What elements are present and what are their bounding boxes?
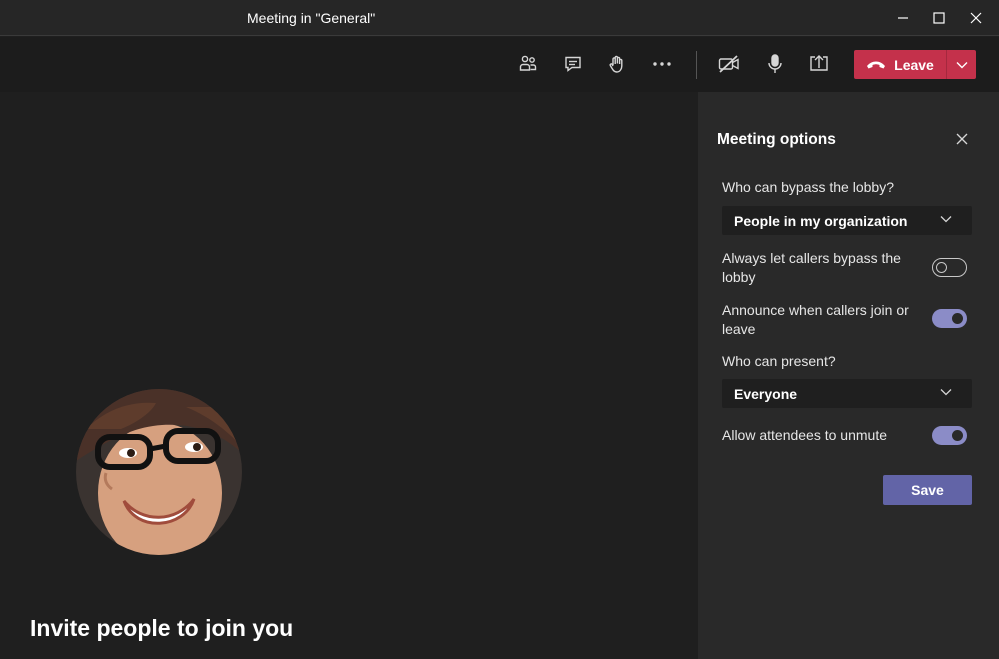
bypass-lobby-value: People in my organization <box>734 212 908 229</box>
callers-bypass-label: Always let callers bypass the lobby <box>722 250 901 285</box>
close-panel-button[interactable] <box>953 130 971 148</box>
close-window-button[interactable] <box>963 6 989 30</box>
meeting-stage: Invite people to join you <box>0 92 697 659</box>
microphone-button[interactable] <box>762 51 788 77</box>
leave-button-group: Leave <box>854 50 976 79</box>
title-bar: Meeting in "General" <box>0 0 999 36</box>
microphone-icon <box>768 54 782 73</box>
minimize-icon <box>898 17 908 19</box>
leave-button[interactable]: Leave <box>854 50 946 79</box>
close-icon <box>956 133 968 145</box>
share-screen-icon <box>810 55 828 71</box>
minimize-button[interactable] <box>890 6 916 30</box>
allow-unmute-toggle[interactable] <box>932 426 967 445</box>
bypass-lobby-label: Who can bypass the lobby? <box>722 179 894 195</box>
participants-button[interactable] <box>515 51 541 77</box>
announce-callers-label: Announce when callers join or leave <box>722 302 909 337</box>
camera-toggle-button[interactable] <box>716 51 742 77</box>
raise-hand-icon <box>609 55 623 73</box>
maximize-button[interactable] <box>926 6 952 30</box>
participants-icon <box>519 55 537 71</box>
share-screen-button[interactable] <box>806 51 832 77</box>
leave-options-button[interactable] <box>947 50 976 79</box>
more-icon <box>653 62 671 66</box>
avatar <box>76 389 242 555</box>
save-button[interactable]: Save <box>883 475 972 505</box>
chat-icon <box>565 56 581 72</box>
toolbar-divider <box>696 51 697 79</box>
toggle-knob <box>952 430 963 441</box>
hang-up-icon <box>867 61 886 68</box>
chevron-down-icon <box>956 61 967 68</box>
who-can-present-label: Who can present? <box>722 353 836 369</box>
who-can-present-value: Everyone <box>734 385 798 402</box>
toggle-knob <box>952 313 963 324</box>
allow-unmute-label: Allow attendees to unmute <box>722 427 887 443</box>
chevron-down-icon <box>940 216 952 223</box>
meeting-options-panel: Meeting options Who can bypass the lobby… <box>698 92 999 659</box>
bypass-lobby-select[interactable]: People in my organization <box>722 206 972 235</box>
announce-callers-toggle[interactable] <box>932 309 967 328</box>
callers-bypass-toggle[interactable] <box>932 258 967 277</box>
chevron-down-icon <box>940 389 952 396</box>
window-title: Meeting in "General" <box>247 10 376 26</box>
leave-label: Leave <box>894 56 934 73</box>
toggle-knob <box>936 262 947 273</box>
panel-title: Meeting options <box>717 131 836 148</box>
invite-heading: Invite people to join you <box>30 615 294 641</box>
raise-hand-button[interactable] <box>604 51 630 77</box>
meeting-toolbar <box>0 37 999 92</box>
camera-off-icon <box>718 55 739 73</box>
participant-photo <box>76 389 242 555</box>
close-icon <box>970 12 982 24</box>
more-options-button[interactable] <box>649 51 675 77</box>
chat-button[interactable] <box>560 51 586 77</box>
who-can-present-select[interactable]: Everyone <box>722 379 972 408</box>
maximize-icon <box>933 12 945 24</box>
